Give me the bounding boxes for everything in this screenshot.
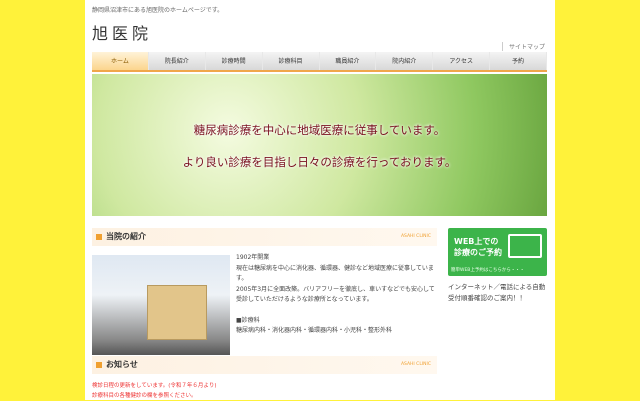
tagline: 静岡県沼津市にある旭医院のホームページです。	[92, 7, 224, 14]
web-title-1: WEB上での	[454, 237, 499, 246]
sitemap-link[interactable]: サイトマップ	[501, 42, 545, 51]
banner-line-1: 糖尿病診療を中心に地域医療に従事しています。	[193, 123, 446, 137]
nav-facility[interactable]: 院内紹介	[376, 52, 434, 70]
main-nav: ホーム 院長紹介 診療時間 診療科目 職員紹介 院内紹介 アクセス 予約	[92, 52, 547, 72]
web-sub: 簡単WEB上予約はこちらから・・・	[451, 268, 525, 273]
intro-line: ■診療科	[236, 316, 260, 324]
intro-line: 2005年3月に全面改築。バリアフリーを徹底し、車いすなどでも安心して受診してい…	[236, 285, 435, 304]
nav-home[interactable]: ホーム	[92, 52, 149, 70]
nav-departments[interactable]: 診療科目	[263, 52, 320, 70]
intro-line: 糖尿病内科・消化器内科・循環器内科・小児科・整形外科	[236, 327, 393, 334]
square-icon	[96, 362, 102, 368]
web-title-2: 診療のご予約	[454, 248, 502, 257]
nav-staff[interactable]: 職員紹介	[320, 52, 377, 70]
nav-director[interactable]: 院長紹介	[149, 52, 206, 70]
nav-reservation[interactable]: 予約	[490, 52, 547, 70]
news-en: ASAHI CLINIC	[400, 362, 431, 367]
web-title: WEB上での 診療のご予約	[454, 236, 502, 258]
news-item: 検診日程の更新をしています。(令和７年６月より)	[92, 383, 217, 389]
intro-en: ASAHI CLINIC	[400, 234, 431, 239]
news-title: お知らせ	[106, 360, 138, 369]
square-icon	[96, 234, 102, 240]
logo-char: 旭	[92, 24, 113, 43]
page: 静岡県沼津市にある旭医院のホームページです。 旭医院 サイトマップ ホーム 院長…	[85, 0, 555, 400]
monitor-icon	[508, 234, 542, 258]
logo-text: 医院	[112, 24, 153, 43]
nav-hours[interactable]: 診療時間	[206, 52, 263, 70]
clinic-photo	[92, 255, 230, 355]
hero-banner: 糖尿病診療を中心に地域医療に従事しています。 より良い診療を目指し日々の診療を行…	[92, 74, 547, 216]
intro-line: 現在は糖尿病を中心に消化器、循環器、健診など地域医療に従事しています。	[236, 264, 434, 283]
sidebar-text: インターネット／電話による自動受付順番確認のご案内！！	[448, 283, 546, 302]
intro-line: 1902年開業	[236, 254, 270, 261]
banner-line-2: より良い診療を目指し日々の診療を行っております。	[182, 155, 457, 169]
intro-text: 1902年開業 現在は糖尿病を中心に消化器、循環器、健診など地域医療に従事してい…	[236, 253, 436, 337]
web-reservation-banner[interactable]: WEB上での 診療のご予約 簡単WEB上予約はこちらから・・・	[448, 228, 547, 276]
nav-access[interactable]: アクセス	[433, 52, 491, 70]
building-image	[147, 285, 207, 340]
news-list: 検診日程の更新をしています。(令和７年６月より) 診療科目の各種健診の欄を参照く…	[92, 381, 216, 401]
news-header: お知らせ ASAHI CLINIC	[92, 356, 437, 374]
intro-title: 当院の紹介	[106, 232, 146, 241]
intro-header: 当院の紹介 ASAHI CLINIC	[92, 228, 437, 246]
logo[interactable]: 旭医院	[92, 20, 152, 44]
